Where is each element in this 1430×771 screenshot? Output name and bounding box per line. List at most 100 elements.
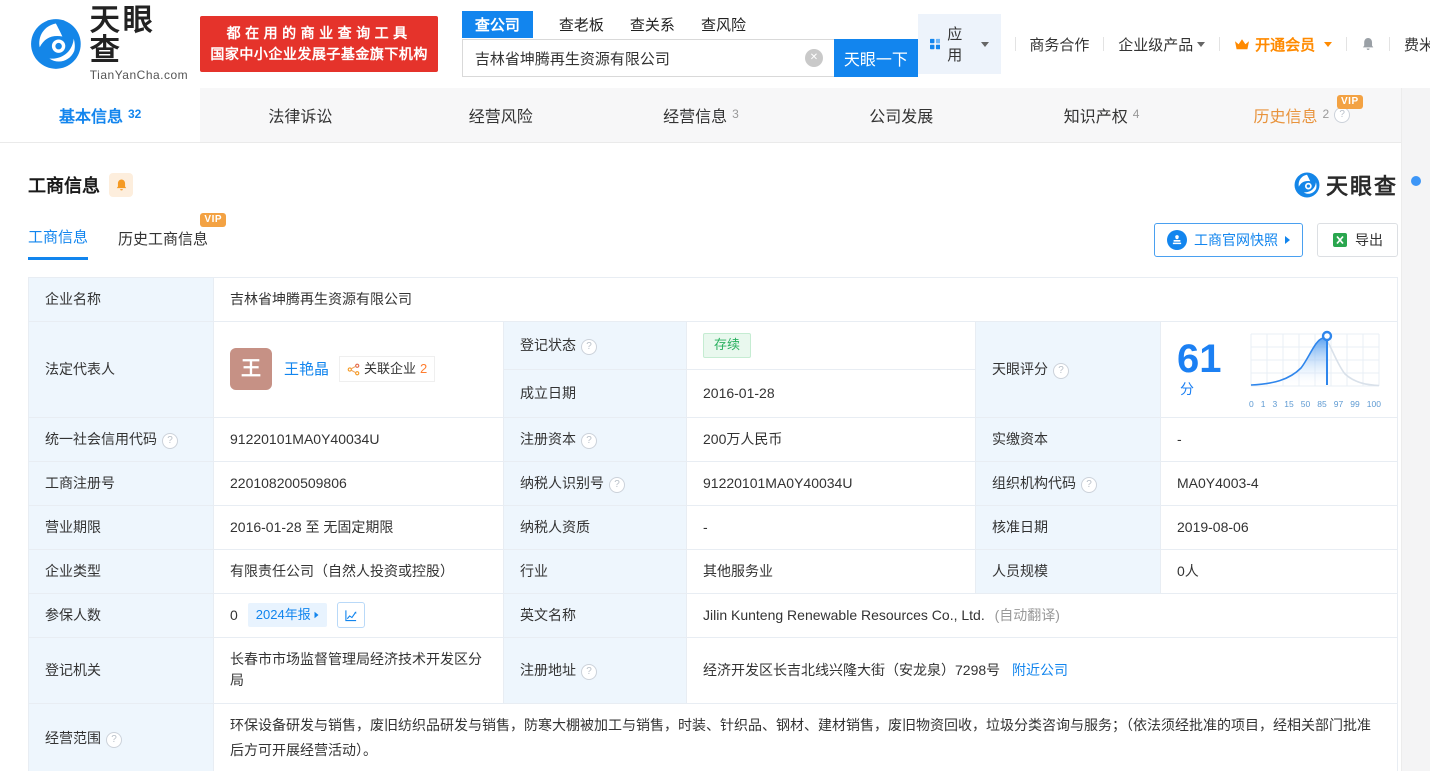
tab-company-development[interactable]: 公司发展: [801, 88, 1001, 142]
business-scope-value: 环保设备研发与销售，废旧纺织品研发与销售，防寒大棚被加工与销售，时装、针织品、钢…: [214, 703, 1398, 771]
tianyancha-logo[interactable]: 天眼查 TianYanCha.com: [30, 6, 188, 82]
crown-icon: [1234, 38, 1250, 51]
table-row: 统一社会信用代码 91220101MA0Y40034U 注册资本 200万人民币…: [29, 417, 1398, 461]
taxpayer-id-value: 91220101MA0Y40034U: [687, 461, 976, 505]
tianyancha-swirl-icon: [30, 18, 82, 70]
nav-open-vip[interactable]: 开通会员: [1234, 34, 1332, 55]
score-distribution-chart: 0131550859799100: [1249, 328, 1381, 411]
export-button[interactable]: 导出: [1317, 223, 1398, 257]
help-icon[interactable]: [106, 732, 122, 748]
company-tab-bar: 基本信息32 法律诉讼 经营风险 经营信息3 公司发展 知识产权4 VIP 历史…: [0, 88, 1402, 143]
help-icon[interactable]: [1081, 477, 1097, 493]
field-label: 企业类型: [29, 549, 214, 593]
search-tab-boss[interactable]: 查老板: [559, 14, 604, 35]
table-row: 营业期限 2016-01-28 至 无固定期限 纳税人资质 - 核准日期 201…: [29, 505, 1398, 549]
help-icon[interactable]: [581, 664, 597, 680]
establish-date-value: 2016-01-28: [687, 369, 976, 417]
tab-business-info[interactable]: 经营信息3: [601, 88, 801, 142]
field-label: 纳税人识别号: [504, 461, 687, 505]
trend-chart-icon[interactable]: [337, 602, 365, 628]
field-label: 纳税人资质: [504, 505, 687, 549]
excel-icon: [1332, 232, 1348, 248]
field-label: 营业期限: [29, 505, 214, 549]
help-icon[interactable]: [1334, 107, 1350, 123]
field-label: 行业: [504, 549, 687, 593]
nav-enterprise-products[interactable]: 企业级产品: [1118, 34, 1205, 55]
table-row: 企业名称 吉林省坤腾再生资源有限公司: [29, 278, 1398, 322]
divider: [1219, 37, 1220, 51]
field-label: 英文名称: [504, 593, 687, 637]
apps-menu[interactable]: 应用: [918, 14, 1001, 74]
top-header: 天眼查 TianYanCha.com 都在用的商业查询工具 国家中小企业发展子基…: [0, 0, 1430, 88]
reg-address-value: 经济开发区长吉北线兴隆大街（安龙泉）7298号: [703, 662, 1000, 678]
tab-basic-info[interactable]: 基本信息32: [0, 88, 200, 142]
field-label: 天眼评分: [976, 322, 1161, 418]
field-label: 核准日期: [976, 505, 1161, 549]
notification-bell-icon[interactable]: [1361, 35, 1375, 53]
chevron-down-icon: [1197, 42, 1205, 47]
legal-rep-name-link[interactable]: 王艳晶: [284, 358, 329, 381]
monitor-bell-icon[interactable]: [109, 173, 133, 197]
vip-badge: VIP: [200, 213, 226, 227]
nav-business-cooperation[interactable]: 商务合作: [1029, 34, 1089, 55]
field-label: 登记机关: [29, 637, 214, 703]
help-icon[interactable]: [581, 433, 597, 449]
legal-rep-avatar[interactable]: 王: [230, 348, 272, 390]
business-term-value: 2016-01-28 至 无固定期限: [214, 505, 504, 549]
search-button[interactable]: 天眼一下: [834, 39, 918, 77]
arrow-right-icon: [1285, 236, 1290, 244]
field-label: 工商注册号: [29, 461, 214, 505]
chevron-down-icon: [981, 42, 989, 47]
nav-user-menu[interactable]: 费米: [1404, 34, 1430, 55]
table-row: 经营范围 环保设备研发与销售，废旧纺织品研发与销售，防寒大棚被加工与销售，时装、…: [29, 703, 1398, 771]
promo-banner: 都在用的商业查询工具 国家中小企业发展子基金旗下机构: [200, 16, 438, 72]
search-input[interactable]: [462, 39, 834, 77]
chevron-down-icon: [1324, 42, 1332, 47]
apps-label: 应用: [947, 23, 969, 65]
annual-report-badge[interactable]: 2024年报: [248, 603, 327, 627]
help-icon[interactable]: [1053, 363, 1069, 379]
tab-operational-risk[interactable]: 经营风险: [401, 88, 601, 142]
subtab-history-registration[interactable]: VIP 历史工商信息: [118, 228, 208, 259]
field-label: 登记状态: [504, 322, 687, 370]
network-icon: [347, 363, 360, 376]
help-icon[interactable]: [162, 433, 178, 449]
tab-legal-litigation[interactable]: 法律诉讼: [200, 88, 400, 142]
section-title: 工商信息: [28, 172, 100, 198]
field-label: 企业名称: [29, 278, 214, 322]
approval-date-value: 2019-08-06: [1161, 505, 1398, 549]
table-row: 登记机关 长春市市场监督管理局经济技术开发区分局 注册地址 经济开发区长吉北线兴…: [29, 637, 1398, 703]
english-name-value: Jilin Kunteng Renewable Resources Co., L…: [703, 607, 985, 623]
help-icon[interactable]: [581, 339, 597, 355]
related-companies-badge[interactable]: 关联企业 2: [339, 356, 435, 382]
field-label: 法定代表人: [29, 322, 214, 418]
search-tab-company[interactable]: 查公司: [462, 11, 533, 38]
reg-number-value: 220108200509806: [214, 461, 504, 505]
page-right-gutter: [1401, 88, 1430, 771]
official-snapshot-button[interactable]: 工商官网快照: [1154, 223, 1303, 257]
search-tab-risk[interactable]: 查风险: [701, 14, 746, 35]
staff-size-value: 0人: [1161, 549, 1398, 593]
top-nav: 应用 商务合作 企业级产品 开通会员 费米: [918, 14, 1430, 74]
field-label: 注册资本: [504, 417, 687, 461]
company-name-value: 吉林省坤腾再生资源有限公司: [214, 278, 1398, 322]
brand-domain: TianYanCha.com: [90, 68, 189, 82]
business-info-table: 企业名称 吉林省坤腾再生资源有限公司 法定代表人 王 王艳晶 关联企业 2: [28, 277, 1398, 771]
org-code-value: MA0Y4003-4: [1161, 461, 1398, 505]
paid-capital-value: -: [1161, 417, 1398, 461]
nearby-companies-link[interactable]: 附近公司: [1012, 662, 1068, 678]
clear-search-icon[interactable]: [805, 49, 823, 67]
floating-widget-dot[interactable]: [1411, 176, 1421, 186]
search-tab-relation[interactable]: 查关系: [630, 14, 675, 35]
help-icon[interactable]: [609, 477, 625, 493]
field-label: 实缴资本: [976, 417, 1161, 461]
field-label: 注册地址: [504, 637, 687, 703]
subtab-business-registration[interactable]: 工商信息: [28, 226, 88, 260]
username: 费米: [1404, 34, 1430, 55]
table-row: 参保人数 0 2024年报 英文名称 Jilin Kunteng Re: [29, 593, 1398, 637]
tab-intellectual-property[interactable]: 知识产权4: [1001, 88, 1201, 142]
reg-authority-value: 长春市市场监督管理局经济技术开发区分局: [214, 637, 504, 703]
arrow-right-icon: [314, 612, 318, 618]
tab-history-info[interactable]: VIP 历史信息2: [1202, 88, 1402, 142]
industry-value: 其他服务业: [687, 549, 976, 593]
